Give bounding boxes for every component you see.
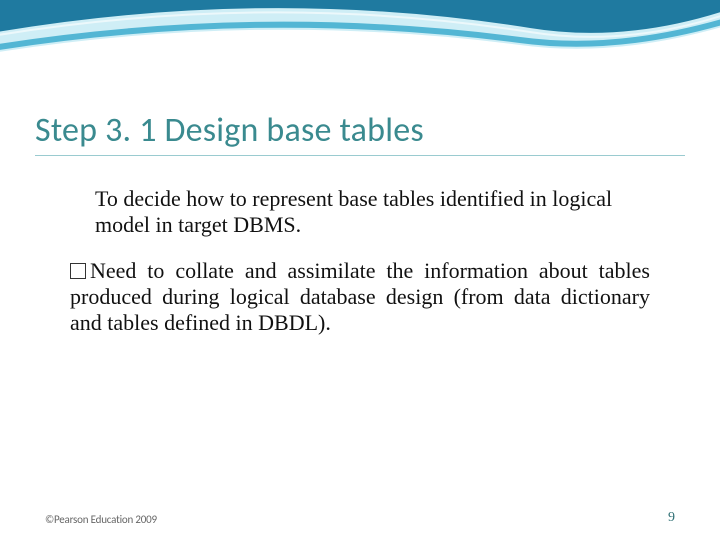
decorative-swoosh xyxy=(0,0,720,100)
slide-body: To decide how to represent base tables i… xyxy=(95,186,650,336)
bullet-text: Need to collate and assimilate the infor… xyxy=(70,258,650,335)
square-bullet-icon xyxy=(70,263,86,279)
intro-paragraph: To decide how to represent base tables i… xyxy=(95,186,650,238)
footer-copyright: ©Pearson Education 2009 xyxy=(45,513,157,526)
slide: Step 3. 1 Design base tables To decide h… xyxy=(0,0,720,540)
slide-title: Step 3. 1 Design base tables xyxy=(35,110,685,156)
bullet-paragraph: Need to collate and assimilate the infor… xyxy=(70,258,650,336)
slide-number: 9 xyxy=(668,510,675,526)
